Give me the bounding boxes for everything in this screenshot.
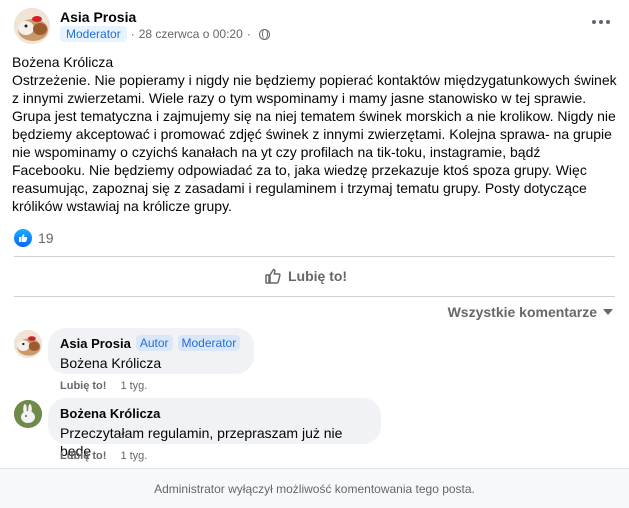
comments-disabled-notice: Administrator wyłączył możliwość komento… — [0, 468, 629, 508]
comment-like-button[interactable]: Lubię to! — [60, 380, 106, 392]
commenter-avatar[interactable] — [14, 330, 42, 358]
reactions-summary[interactable]: 19 — [14, 229, 54, 247]
comments-sort-label: Wszystkie komentarze — [447, 304, 597, 320]
caret-down-icon — [603, 309, 613, 315]
comment-actions: Lubię to! 1 tyg. — [60, 450, 147, 462]
post-card: Asia Prosia Moderator · 28 czerwca o 00:… — [0, 0, 629, 508]
comment-like-button[interactable]: Lubię to! — [60, 450, 106, 462]
dot-icon — [606, 20, 610, 24]
dot-icon — [599, 20, 603, 24]
post-body: Bożena Królicza Ostrzeżenie. Nie popiera… — [12, 53, 617, 215]
thumbs-up-icon — [265, 268, 281, 284]
comment-time[interactable]: 1 tyg. — [120, 380, 147, 392]
moderator-badge[interactable]: Moderator — [60, 26, 127, 42]
post-timestamp[interactable]: 28 czerwca o 00:20 — [139, 27, 243, 41]
reaction-count[interactable]: 19 — [38, 230, 54, 246]
like-button-label: Lubię to! — [288, 268, 348, 284]
meta-separator-2: · — [246, 27, 251, 41]
divider — [14, 296, 615, 297]
comment-author[interactable]: Bożena Królicza — [60, 406, 160, 421]
comment-text[interactable]: Bożena Królicza — [60, 354, 242, 372]
divider — [14, 256, 615, 257]
like-icon — [14, 229, 32, 247]
comments-sort-dropdown[interactable]: Wszystkie komentarze — [448, 304, 613, 320]
post-mention-title[interactable]: Bożena Królicza — [12, 53, 617, 71]
more-options-button[interactable] — [587, 10, 615, 34]
comment-bubble: Asia Prosia Autor Moderator Bożena Króli… — [48, 328, 254, 374]
comment-bubble: Bożena Królicza Przeczytałam regulamin, … — [48, 398, 381, 459]
like-button[interactable]: Lubię to! — [264, 263, 347, 289]
comment-actions: Lubię to! 1 tyg. — [60, 380, 147, 392]
post-author-name[interactable]: Asia Prosia — [60, 9, 136, 25]
post-text: Ostrzeżenie. Nie popieramy i nigdy nie b… — [12, 72, 617, 214]
comments-disabled-text: Administrator wyłączył możliwość komento… — [154, 481, 475, 496]
commenter-avatar[interactable] — [14, 400, 42, 428]
author-badge[interactable]: Autor — [135, 335, 173, 351]
dot-icon — [592, 20, 596, 24]
meta-separator: · — [130, 27, 135, 41]
comment-time[interactable]: 1 tyg. — [120, 450, 147, 462]
moderator-badge[interactable]: Moderator — [177, 335, 241, 351]
post-meta: Moderator · 28 czerwca o 00:20 · — [60, 26, 270, 42]
author-avatar[interactable] — [14, 8, 50, 44]
comment-author[interactable]: Asia Prosia — [60, 336, 131, 351]
globe-icon — [258, 28, 270, 40]
